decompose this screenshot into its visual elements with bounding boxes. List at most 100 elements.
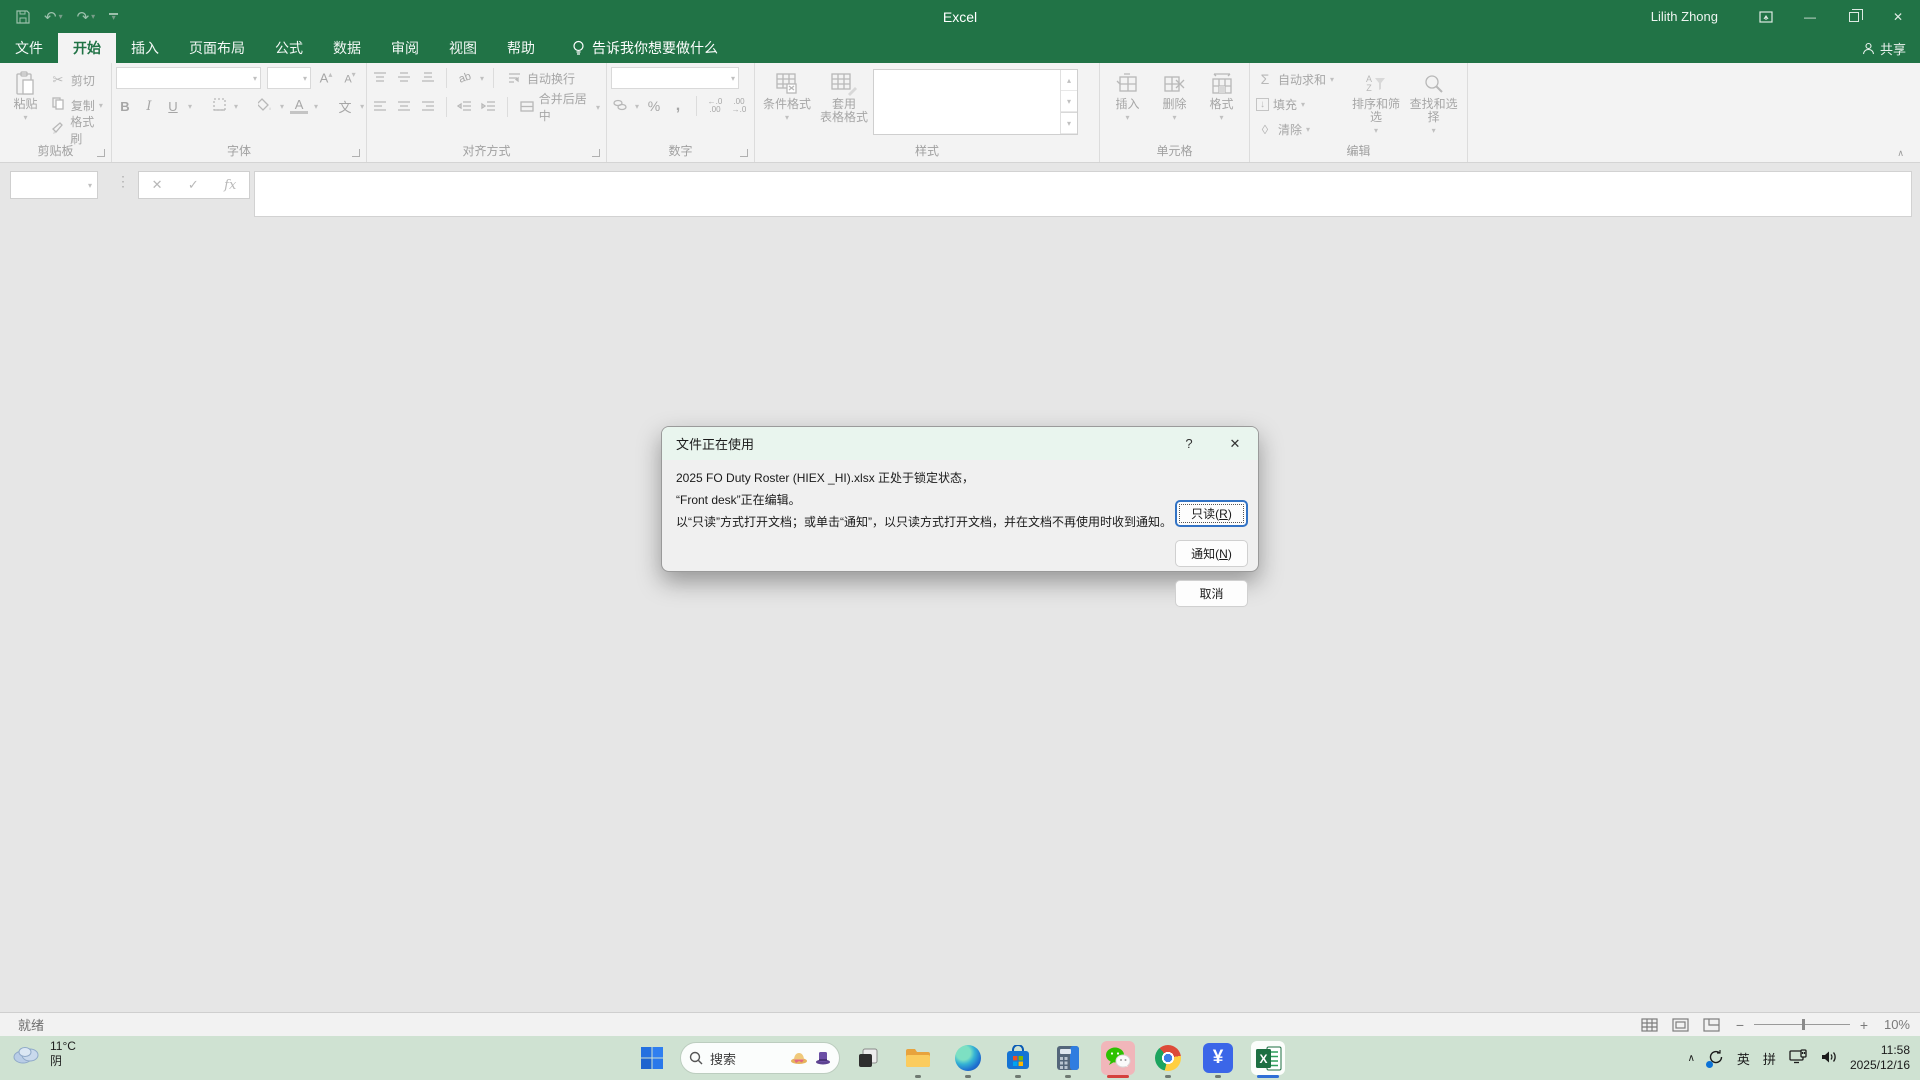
ime-pinyin-indicator[interactable]: 拼 bbox=[1763, 1049, 1776, 1068]
align-bottom-button[interactable] bbox=[419, 71, 437, 86]
align-middle-button[interactable] bbox=[395, 71, 413, 86]
tab-home[interactable]: 开始 bbox=[58, 33, 116, 63]
increase-indent-button[interactable] bbox=[480, 100, 498, 115]
clear-button[interactable]: ◊清除▾ bbox=[1254, 118, 1348, 140]
taskbar-icon-task-view[interactable] bbox=[846, 1036, 890, 1080]
font-name-dropdown-icon[interactable]: ▾ bbox=[253, 74, 257, 83]
fill-color-button[interactable] bbox=[256, 98, 274, 114]
merge-center-dropdown-icon[interactable]: ▾ bbox=[596, 103, 600, 112]
cancel-entry-button[interactable]: ✕ bbox=[152, 177, 163, 193]
copy-dropdown-icon[interactable]: ▾ bbox=[99, 101, 103, 110]
conditional-formatting-dropdown-icon[interactable]: ▾ bbox=[785, 111, 789, 124]
find-select-dropdown-icon[interactable]: ▾ bbox=[1432, 124, 1436, 137]
undo-button[interactable]: ↶▾ bbox=[44, 8, 63, 26]
alignment-dialog-launcher[interactable] bbox=[592, 149, 600, 157]
insert-function-button[interactable]: fx bbox=[224, 178, 236, 193]
paste-dropdown-icon[interactable]: ▾ bbox=[23, 111, 27, 124]
zoom-out-button[interactable]: − bbox=[1734, 1017, 1746, 1033]
percent-style-button[interactable]: % bbox=[645, 98, 663, 114]
taskbar-search-box[interactable]: 搜索 bbox=[680, 1042, 840, 1074]
tab-file[interactable]: 文件 bbox=[0, 33, 58, 63]
fill-color-dropdown-icon[interactable]: ▾ bbox=[280, 102, 284, 111]
network-tray-icon[interactable] bbox=[1789, 1049, 1807, 1067]
clipboard-dialog-launcher[interactable] bbox=[97, 149, 105, 157]
tab-formulas[interactable]: 公式 bbox=[260, 33, 318, 63]
font-color-button[interactable]: A bbox=[290, 99, 308, 114]
minimize-button[interactable]: — bbox=[1788, 0, 1832, 33]
align-center-button[interactable] bbox=[395, 100, 413, 115]
save-button[interactable] bbox=[16, 10, 30, 24]
taskbar-icon-chrome[interactable] bbox=[1146, 1036, 1190, 1080]
insert-cells-button[interactable]: 插入 ▾ bbox=[1106, 67, 1150, 142]
taskbar-icon-edge[interactable] bbox=[946, 1036, 990, 1080]
customize-qat-button[interactable]: ▾ bbox=[109, 13, 118, 20]
italic-button[interactable]: I bbox=[140, 99, 158, 114]
taskbar-icon-store[interactable] bbox=[996, 1036, 1040, 1080]
sort-filter-button[interactable]: AZ 排序和筛选 ▾ bbox=[1348, 67, 1405, 142]
decrease-decimal-button[interactable]: .00→.0 bbox=[730, 98, 748, 114]
increase-decimal-button[interactable]: ←.0.00 bbox=[706, 98, 724, 114]
gallery-more-icon[interactable]: ▾ bbox=[1061, 112, 1077, 134]
zoom-level[interactable]: 10% bbox=[1878, 1017, 1910, 1032]
tab-page-layout[interactable]: 页面布局 bbox=[174, 33, 260, 63]
format-as-table-button[interactable]: 套用 表格格式 bbox=[815, 67, 873, 142]
align-top-button[interactable] bbox=[371, 71, 389, 86]
bold-button[interactable]: B bbox=[116, 99, 134, 114]
format-cells-dropdown-icon[interactable]: ▾ bbox=[1219, 111, 1223, 124]
align-left-button[interactable] bbox=[371, 100, 389, 115]
enter-entry-button[interactable]: ✓ bbox=[188, 177, 199, 193]
merge-center-button[interactable]: 合并后居中▾ bbox=[517, 96, 602, 118]
taskbar-icon-wechat[interactable] bbox=[1096, 1036, 1140, 1080]
ribbon-display-options-button[interactable] bbox=[1744, 0, 1788, 33]
tab-data[interactable]: 数据 bbox=[318, 33, 376, 63]
taskbar-icon-calculator[interactable] bbox=[1046, 1036, 1090, 1080]
notify-button[interactable]: 通知(N) bbox=[1175, 540, 1248, 567]
close-button[interactable]: ✕ bbox=[1876, 0, 1920, 33]
collapse-ribbon-icon[interactable]: ∧ bbox=[1897, 148, 1904, 159]
share-button[interactable]: 共享 bbox=[1862, 33, 1906, 63]
cut-button[interactable]: ✂剪切 bbox=[47, 69, 107, 91]
tab-review[interactable]: 审阅 bbox=[376, 33, 434, 63]
paste-button[interactable]: 粘贴 ▾ bbox=[4, 67, 47, 142]
normal-view-button[interactable] bbox=[1641, 1018, 1658, 1032]
taskbar-icon-file-explorer[interactable] bbox=[896, 1036, 940, 1080]
number-format-combobox[interactable]: ▾ bbox=[611, 67, 739, 89]
font-dialog-launcher[interactable] bbox=[352, 149, 360, 157]
borders-button[interactable] bbox=[210, 98, 228, 114]
clear-dropdown-icon[interactable]: ▾ bbox=[1306, 125, 1310, 134]
accounting-dropdown-icon[interactable]: ▾ bbox=[635, 102, 639, 111]
underline-dropdown-icon[interactable]: ▾ bbox=[188, 102, 192, 111]
autosum-button[interactable]: Σ自动求和▾ bbox=[1254, 68, 1348, 90]
font-size-dropdown-icon[interactable]: ▾ bbox=[303, 74, 307, 83]
read-only-button[interactable]: 只读(R) bbox=[1175, 500, 1248, 527]
wrap-text-button[interactable]: 自动换行 bbox=[503, 67, 577, 89]
dialog-close-button[interactable]: ✕ bbox=[1212, 427, 1258, 460]
taskbar-clock[interactable]: 11:58 2025/12/16 bbox=[1850, 1043, 1910, 1073]
tab-insert[interactable]: 插入 bbox=[116, 33, 174, 63]
delete-dropdown-icon[interactable]: ▾ bbox=[1172, 111, 1176, 124]
font-size-combobox[interactable]: ▾ bbox=[267, 67, 311, 89]
insert-dropdown-icon[interactable]: ▾ bbox=[1125, 111, 1129, 124]
borders-dropdown-icon[interactable]: ▾ bbox=[234, 102, 238, 111]
cell-styles-gallery[interactable]: ▴ ▾ ▾ bbox=[873, 69, 1078, 135]
decrease-indent-button[interactable] bbox=[456, 100, 474, 115]
redo-dropdown-icon[interactable]: ▾ bbox=[91, 12, 95, 21]
name-box-dropdown-icon[interactable]: ▾ bbox=[88, 181, 92, 190]
accounting-format-button[interactable] bbox=[611, 99, 629, 114]
orientation-dropdown-icon[interactable]: ▾ bbox=[480, 74, 484, 83]
undo-dropdown-icon[interactable]: ▾ bbox=[59, 12, 63, 21]
restore-button[interactable] bbox=[1832, 0, 1876, 33]
hidden-icons-chevron-icon[interactable]: ∧ bbox=[1688, 1053, 1695, 1064]
ime-english-indicator[interactable]: 英 bbox=[1737, 1049, 1750, 1068]
autosum-dropdown-icon[interactable]: ▾ bbox=[1330, 75, 1334, 84]
taskbar-icon-bank-app[interactable]: ¥ bbox=[1196, 1036, 1240, 1080]
taskbar-icon-excel[interactable]: X bbox=[1246, 1036, 1290, 1080]
account-user-name[interactable]: Lilith Zhong bbox=[1651, 9, 1718, 24]
taskbar-weather-widget[interactable]: 11°C阴 bbox=[10, 1039, 76, 1069]
comma-style-button[interactable]: , bbox=[669, 97, 687, 115]
underline-button[interactable]: U bbox=[164, 99, 182, 114]
formula-bar-handle-icon[interactable]: ⋮ bbox=[116, 173, 130, 190]
align-right-button[interactable] bbox=[419, 100, 437, 115]
start-button[interactable] bbox=[630, 1036, 674, 1080]
font-name-combobox[interactable]: ▾ bbox=[116, 67, 261, 89]
